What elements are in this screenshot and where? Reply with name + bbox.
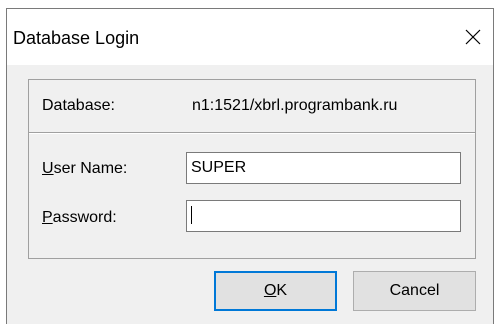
database-label: Database: — [42, 97, 115, 114]
username-mnemonic: U — [42, 160, 54, 177]
username-input[interactable]: SUPER — [186, 152, 461, 184]
password-input[interactable] — [186, 200, 461, 232]
ok-button[interactable]: OK — [214, 271, 337, 311]
window-title: Database Login — [13, 28, 140, 48]
close-icon — [465, 29, 481, 45]
username-label-text: ser Name: — [53, 160, 128, 177]
ok-label-text: K — [276, 282, 288, 299]
ok-mnemonic: O — [263, 282, 277, 299]
username-input-value: SUPER — [191, 159, 247, 176]
username-label: User Name: — [42, 160, 127, 178]
title-bar[interactable]: Database Login — [7, 9, 493, 65]
close-button[interactable] — [453, 9, 493, 65]
cancel-button[interactable]: Cancel — [353, 271, 476, 311]
text-caret — [191, 205, 192, 224]
password-mnemonic: P — [42, 209, 53, 226]
database-login-dialog: Database Login Database: n1:1521/xbrl.pr… — [6, 8, 494, 324]
panel-divider — [29, 132, 475, 134]
database-value: n1:1521/xbrl.programbank.ru — [192, 97, 398, 114]
password-label: Password: — [42, 209, 117, 227]
password-label-text: assword: — [52, 209, 117, 226]
connection-panel: Database: n1:1521/xbrl.programbank.ru Us… — [28, 79, 476, 259]
